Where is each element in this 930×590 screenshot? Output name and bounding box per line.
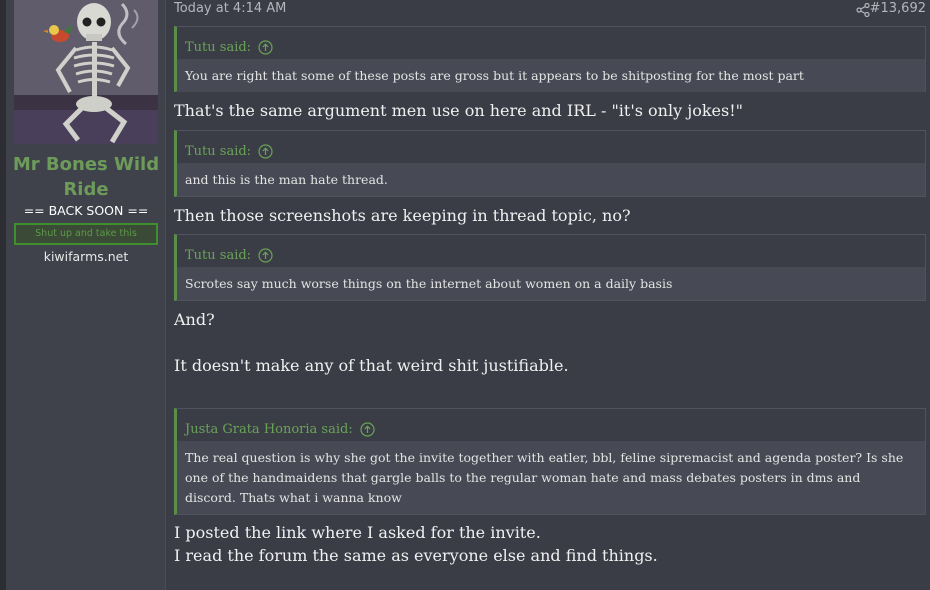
reply-text: It doesn't make any of that weird shit j…	[174, 356, 569, 375]
jump-to-quote-icon[interactable]	[258, 39, 273, 55]
reply-text: I read the forum the same as everyone el…	[174, 546, 658, 565]
quote-header[interactable]: Tutu said:	[177, 235, 925, 267]
quote-header[interactable]: Tutu said:	[177, 131, 925, 163]
post-author-sidebar: Mr Bones Wild Ride == BACK SOON == Shut …	[6, 0, 166, 590]
post-body: Today at 4:14 AM #13,692 Tutu said: You …	[166, 0, 930, 590]
jump-to-quote-icon[interactable]	[360, 421, 375, 437]
quote-block: Justa Grata Honoria said: The real quest…	[174, 408, 926, 515]
quote-header[interactable]: Tutu said:	[177, 27, 925, 59]
skeleton-avatar-icon	[14, 0, 158, 144]
user-title: == BACK SOON ==	[23, 203, 149, 218]
quote-author[interactable]: Tutu said:	[185, 248, 251, 263]
share-icon[interactable]	[856, 2, 870, 18]
reply-text: I posted the link where I asked for the …	[174, 523, 541, 542]
quote-author[interactable]: Tutu said:	[185, 40, 251, 55]
quote-text: The real question is why she got the inv…	[177, 441, 925, 514]
post-meta: Today at 4:14 AM #13,692	[174, 1, 926, 19]
quote-block: Tutu said: and this is the man hate thre…	[174, 130, 926, 197]
jump-to-quote-icon[interactable]	[258, 247, 273, 263]
user-site: kiwifarms.net	[43, 249, 129, 264]
quote-text: You are right that some of these posts a…	[177, 59, 925, 92]
quote-text: Scrotes say much worse things on the int…	[177, 267, 925, 300]
quote-block: Tutu said: Scrotes say much worse things…	[174, 234, 926, 301]
post-timestamp[interactable]: Today at 4:14 AM	[174, 1, 286, 16]
reply-text: Then those screenshots are keeping in th…	[174, 206, 631, 225]
quote-header[interactable]: Justa Grata Honoria said:	[177, 409, 925, 441]
reply-text: That's the same argument men use on here…	[174, 101, 743, 120]
quote-text: and this is the man hate thread.	[177, 163, 925, 196]
quote-block: Tutu said: You are right that some of th…	[174, 26, 926, 92]
reply-text: And?	[174, 310, 215, 329]
avatar[interactable]	[14, 0, 158, 144]
quote-author[interactable]: Tutu said:	[185, 144, 251, 159]
post-number-link[interactable]: #13,692	[870, 1, 926, 16]
quote-author[interactable]: Justa Grata Honoria said:	[185, 422, 353, 437]
user-banner: Shut up and take this	[14, 223, 158, 245]
username[interactable]: Mr Bones Wild Ride	[6, 152, 166, 202]
jump-to-quote-icon[interactable]	[258, 143, 273, 159]
